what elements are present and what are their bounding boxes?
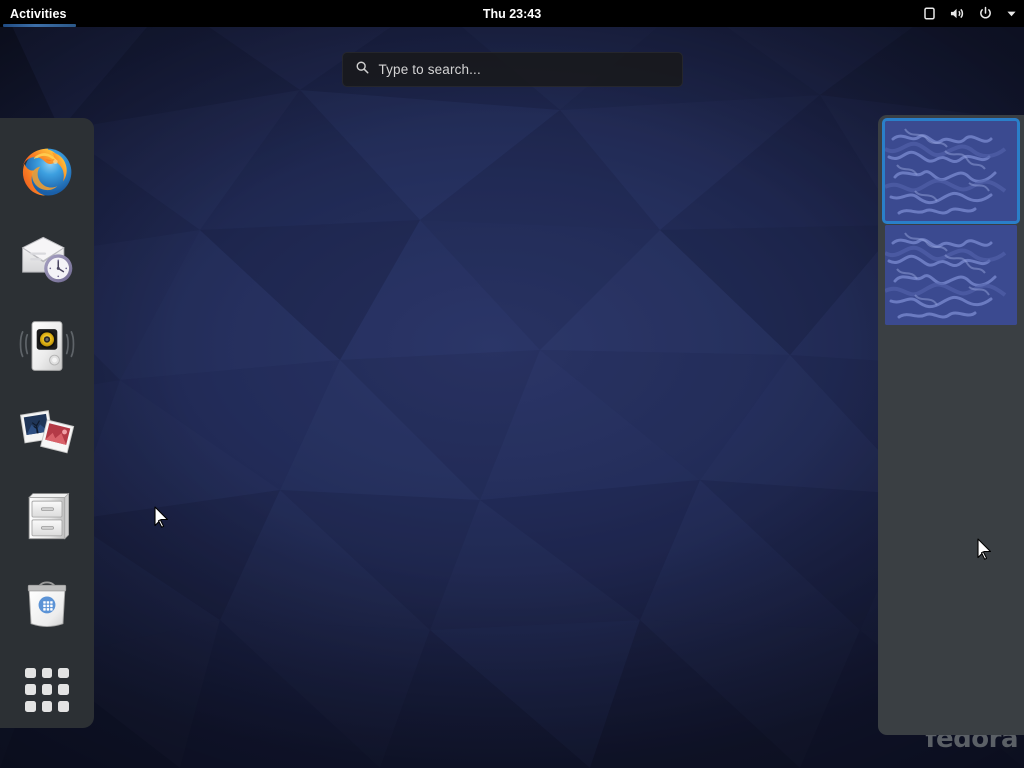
activities-label: Activities: [10, 6, 67, 21]
activities-button[interactable]: Activities: [0, 0, 79, 27]
rhythmbox-speaker-icon: [17, 316, 77, 376]
gnome-shell-overview: fedora Activities Thu 23:43 Type to sear…: [0, 0, 1024, 768]
workspace-1-preview: [885, 121, 1017, 221]
dash-item-firefox[interactable]: [0, 130, 94, 216]
dash-item-shotwell[interactable]: [0, 389, 94, 475]
show-applications-button[interactable]: [0, 652, 94, 728]
search-placeholder: Type to search...: [378, 62, 481, 77]
dash-item-rhythmbox[interactable]: [0, 303, 94, 389]
screen-icon[interactable]: [922, 6, 937, 21]
shotwell-photos-icon: [17, 402, 77, 462]
desktop-wallpaper: [0, 0, 1024, 768]
workspace-2-preview: [885, 225, 1017, 325]
app-grid-icon: [25, 667, 69, 712]
clock-area: Thu 23:43: [0, 0, 1024, 27]
dash-item-evolution[interactable]: [0, 216, 94, 302]
dash-item-software[interactable]: [0, 561, 94, 647]
file-cabinet-icon: [17, 488, 77, 548]
power-icon[interactable]: [978, 6, 993, 21]
workspace-switcher-panel: [878, 115, 1024, 735]
evolution-mail-icon: [17, 229, 77, 289]
dash-item-files[interactable]: [0, 475, 94, 561]
wallpaper-vignette: [0, 0, 1024, 768]
search-area: Type to search...: [0, 52, 1024, 87]
firefox-icon: [17, 143, 77, 203]
workspace-thumbnail-2[interactable]: [885, 225, 1017, 325]
clock-label[interactable]: Thu 23:43: [483, 7, 541, 21]
dash: [0, 118, 94, 728]
search-input[interactable]: Type to search...: [341, 52, 683, 87]
top-bar: Activities Thu 23:43: [0, 0, 1024, 27]
software-bag-icon: [17, 574, 77, 634]
search-icon: [355, 60, 370, 80]
system-status-area[interactable]: [922, 0, 1018, 27]
chevron-down-icon[interactable]: [1005, 7, 1018, 20]
workspace-thumbnail-1[interactable]: [882, 118, 1020, 224]
volume-icon[interactable]: [949, 6, 966, 21]
